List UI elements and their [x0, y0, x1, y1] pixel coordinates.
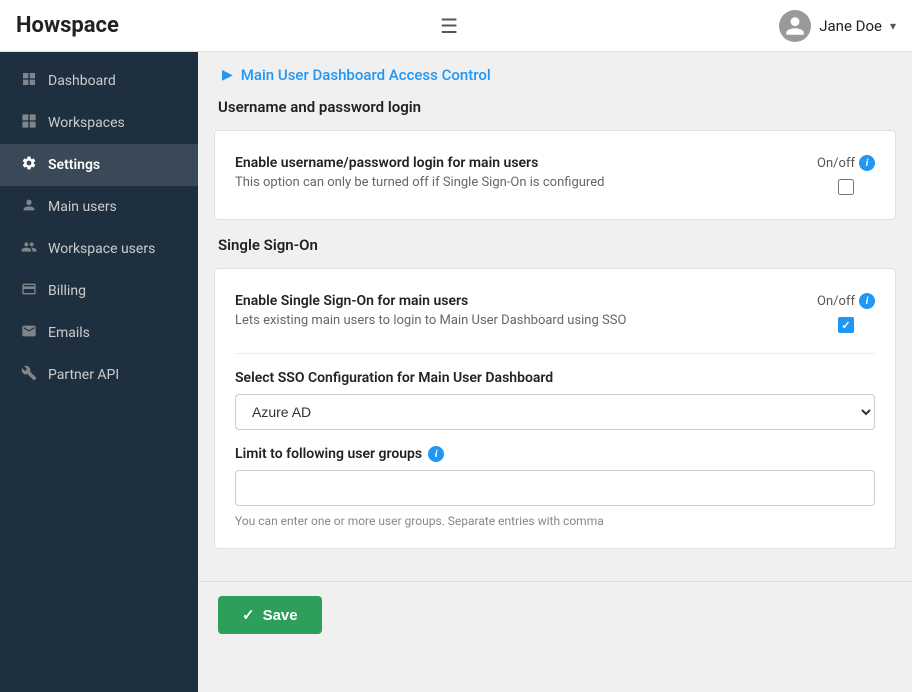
sidebar-item-dashboard[interactable]: Dashboard — [0, 60, 198, 102]
logo: Howspace — [16, 13, 119, 38]
user-groups-info-icon[interactable]: i — [428, 446, 444, 462]
save-button[interactable]: ✓ Save — [218, 596, 322, 634]
username-setting-label: Enable username/password login for main … — [235, 155, 604, 171]
save-checkmark-icon: ✓ — [242, 606, 255, 624]
workspaces-icon — [20, 113, 38, 133]
sso-onoff-label: On/off — [817, 294, 855, 309]
workspace-users-icon — [20, 239, 38, 259]
user-groups-field: Limit to following user groups i You can… — [235, 446, 875, 528]
footer-bar: ✓ Save — [198, 581, 912, 648]
partner-api-icon — [20, 365, 38, 385]
sidebar: Dashboard Workspaces Settings Main users… — [0, 52, 198, 692]
sidebar-label-workspace-users: Workspace users — [48, 241, 155, 257]
content-area: Username and password login Enable usern… — [198, 98, 912, 581]
username-info-icon[interactable]: i — [859, 155, 875, 171]
settings-icon — [20, 155, 38, 175]
username-setting-control: On/off i — [817, 155, 875, 195]
header: Howspace ☰ Jane Doe ▾ — [0, 0, 912, 52]
section-header: ▶ Main User Dashboard Access Control — [198, 52, 912, 98]
section-header-title: Main User Dashboard Access Control — [241, 66, 491, 84]
main-content: ▶ Main User Dashboard Access Control Use… — [198, 52, 912, 692]
user-groups-hint: You can enter one or more user groups. S… — [235, 514, 875, 528]
sso-card: Enable Single Sign-On for main users Let… — [214, 268, 896, 549]
username-password-checkbox[interactable] — [838, 179, 854, 195]
layout: Dashboard Workspaces Settings Main users… — [0, 52, 912, 692]
sidebar-label-emails: Emails — [48, 325, 90, 341]
user-menu[interactable]: Jane Doe ▾ — [779, 10, 896, 42]
sso-section-title: Single Sign-On — [214, 236, 896, 254]
username-setting-text: Enable username/password login for main … — [235, 155, 604, 190]
user-chevron-icon: ▾ — [890, 19, 896, 33]
user-groups-label: Limit to following user groups i — [235, 446, 875, 462]
section-chevron-icon: ▶ — [222, 67, 233, 83]
sso-setting-label: Enable Single Sign-On for main users — [235, 293, 626, 309]
billing-icon — [20, 281, 38, 301]
avatar — [779, 10, 811, 42]
sidebar-item-workspace-users[interactable]: Workspace users — [0, 228, 198, 270]
user-groups-input[interactable] — [235, 470, 875, 506]
sso-config-select[interactable]: Azure AD Google Okta — [235, 394, 875, 430]
username-section-title: Username and password login — [214, 98, 896, 116]
sidebar-item-main-users[interactable]: Main users — [0, 186, 198, 228]
username-password-card: Enable username/password login for main … — [214, 130, 896, 220]
sidebar-item-billing[interactable]: Billing — [0, 270, 198, 312]
username-setting-row: Enable username/password login for main … — [235, 151, 875, 199]
sso-config-label: Select SSO Configuration for Main User D… — [235, 370, 875, 386]
sidebar-label-dashboard: Dashboard — [48, 73, 116, 89]
sso-config-field: Select SSO Configuration for Main User D… — [235, 370, 875, 430]
username-setting-desc: This option can only be turned off if Si… — [235, 175, 604, 190]
username-label: Jane Doe — [819, 17, 882, 35]
sidebar-label-workspaces: Workspaces — [48, 115, 125, 131]
card-divider — [235, 353, 875, 354]
sidebar-item-partner-api[interactable]: Partner API — [0, 354, 198, 396]
sidebar-item-settings[interactable]: Settings — [0, 144, 198, 186]
sso-setting-desc: Lets existing main users to login to Mai… — [235, 313, 626, 328]
sidebar-label-billing: Billing — [48, 283, 86, 299]
sidebar-label-settings: Settings — [48, 157, 100, 173]
username-onoff-label: On/off — [817, 156, 855, 171]
sidebar-item-emails[interactable]: Emails — [0, 312, 198, 354]
sso-setting-row: Enable Single Sign-On for main users Let… — [235, 289, 875, 337]
dashboard-icon — [20, 71, 38, 91]
sidebar-label-main-users: Main users — [48, 199, 117, 215]
menu-icon[interactable]: ☰ — [440, 14, 458, 38]
emails-icon — [20, 323, 38, 343]
sidebar-label-partner-api: Partner API — [48, 367, 119, 383]
sidebar-item-workspaces[interactable]: Workspaces — [0, 102, 198, 144]
sso-setting-text: Enable Single Sign-On for main users Let… — [235, 293, 626, 328]
username-control-header: On/off i — [817, 155, 875, 171]
sso-control-header: On/off i — [817, 293, 875, 309]
sso-enable-checkbox[interactable] — [838, 317, 854, 333]
main-users-icon — [20, 197, 38, 217]
sso-setting-control: On/off i — [817, 293, 875, 333]
save-button-label: Save — [263, 607, 298, 624]
sso-info-icon[interactable]: i — [859, 293, 875, 309]
